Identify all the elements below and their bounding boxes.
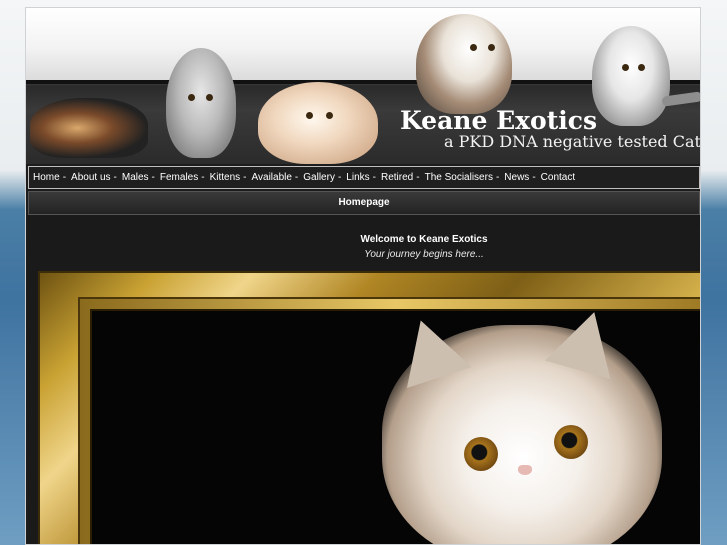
cat-eye [488, 44, 495, 51]
nav-separator: - [416, 172, 420, 183]
nav-about-us[interactable]: About us [71, 172, 110, 183]
nav-news[interactable]: News [504, 172, 529, 183]
nav-separator: - [294, 172, 299, 183]
nav-separator: - [62, 172, 67, 183]
nav-females[interactable]: Females [160, 172, 198, 183]
page-title: Homepage [28, 191, 700, 215]
cat-eye [554, 425, 588, 459]
cat-eye [306, 112, 313, 119]
gold-picture-frame [38, 271, 700, 544]
nav-available[interactable]: Available [252, 172, 292, 183]
nav-retired[interactable]: Retired [381, 172, 413, 183]
welcome-heading: Welcome to Keane Exotics [360, 234, 488, 245]
nav-kittens[interactable]: Kittens [210, 172, 241, 183]
cat-eye [326, 112, 333, 119]
cream-kitten-image [258, 82, 378, 164]
cat-eye [464, 437, 498, 471]
silver-kitten-image [592, 26, 670, 126]
bicolour-kitten-image [416, 14, 512, 114]
cat-eye [470, 44, 477, 51]
site-tagline: a PKD DNA negative tested Catte [444, 132, 701, 151]
nav-separator: - [243, 172, 247, 183]
frame-inner-moulding [78, 297, 700, 544]
nav-separator: - [532, 172, 536, 183]
nav-separator: - [113, 172, 117, 183]
cat-nose [518, 465, 532, 475]
framed-photo [90, 302, 700, 544]
cat-ear [545, 302, 627, 380]
main-navigation: Home - About us - Males - Females - Kittens -… [28, 166, 700, 189]
cat-ear [388, 309, 472, 389]
nav-separator: - [337, 172, 342, 183]
nav-separator: - [495, 172, 500, 183]
nav-males[interactable]: Males [122, 172, 149, 183]
main-content: Welcome to Keane Exotics Your journey be… [28, 215, 700, 544]
nav-separator: - [201, 172, 205, 183]
cat-eye [622, 64, 629, 71]
welcome-subtitle: Your journey begins here... [364, 249, 484, 260]
cat-eye [638, 64, 645, 71]
nav-contact[interactable]: Contact [541, 172, 575, 183]
nav-gallery[interactable]: Gallery [303, 172, 335, 183]
cat-eye [206, 94, 213, 101]
nav-separator: - [151, 172, 155, 183]
nav-the-socialisers[interactable]: The Socialisers [425, 172, 493, 183]
nav-home[interactable]: Home [33, 172, 60, 183]
grey-kitten-image [166, 48, 236, 158]
nav-separator: - [372, 172, 376, 183]
cat-eye [188, 94, 195, 101]
nav-links[interactable]: Links [346, 172, 369, 183]
exotic-kitten-photo [382, 302, 662, 544]
calico-cat-image [30, 98, 148, 158]
header-banner: Keane Exotics a PKD DNA negative tested … [26, 8, 701, 164]
site-title: Keane Exotics [400, 106, 598, 135]
page-container: Keane Exotics a PKD DNA negative tested … [25, 7, 701, 545]
